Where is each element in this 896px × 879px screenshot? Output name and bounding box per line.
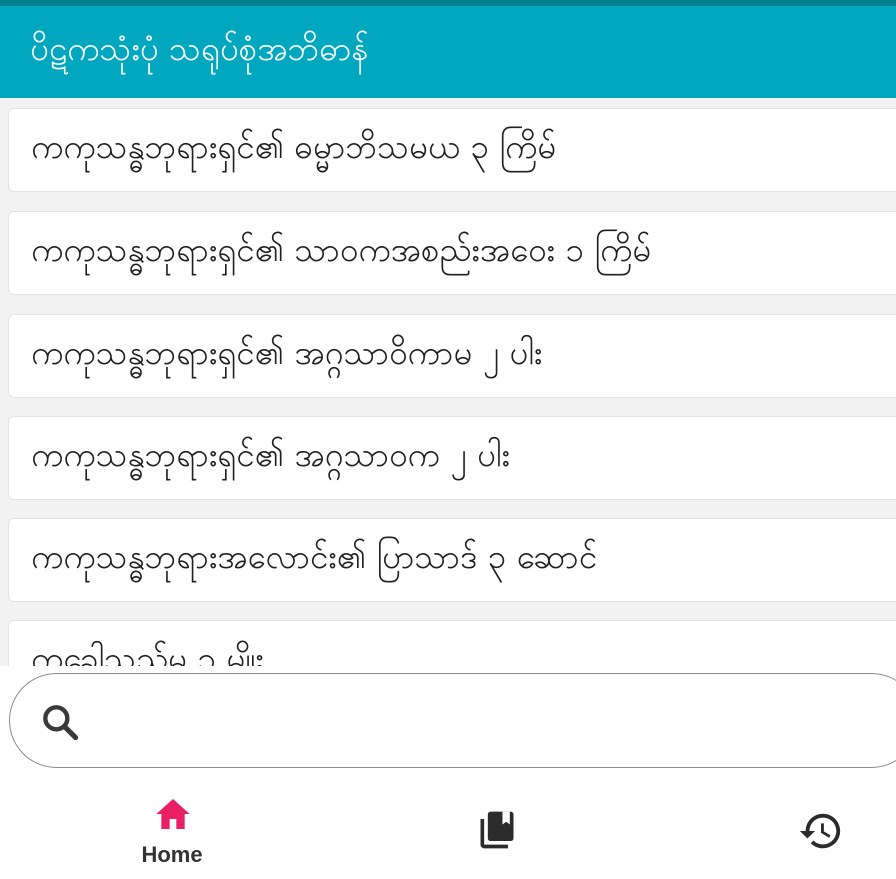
nav-home[interactable]: Home <box>72 774 272 879</box>
list-item-label: ကကုသန္ဓဘုရားရှင်၏ သာဝကအစည်းအဝေး ၁ ကြိမ် <box>31 229 652 269</box>
history-icon <box>799 813 841 849</box>
search-input[interactable] <box>94 694 874 748</box>
search-box[interactable] <box>9 673 896 768</box>
nav-home-label: Home <box>141 842 203 867</box>
list-item-label: ကကုသန္ဓဘုရားရှင်၏ အဂ္ဂသာဝိကာမ ၂ ပါး <box>31 332 543 372</box>
list-item[interactable]: ကကုသန္ဓဘုရားရှင်၏ အဂ္ဂသာဝက ၂ ပါး <box>8 416 896 500</box>
list-item-label: ကခေါသည်မှ ၁ မျိုး <box>31 638 264 667</box>
search-icon <box>43 705 79 741</box>
list-item-label: ကကုသန္ဓဘုရားရှင်၏ ဓမ္မာဘိသမယ ၃ ကြိမ် <box>31 126 557 166</box>
books-icon <box>480 811 514 849</box>
term-list[interactable]: ကကုသန္ဓဘုရားရှင်၏ ဓမ္မာဘိသမယ ၃ ကြိမ် ကကု… <box>0 98 896 666</box>
list-item[interactable]: ကကုသန္ဓဘုရားရှင်၏ သာဝကအစည်းအဝေး ၁ ကြိမ် <box>8 211 896 295</box>
home-icon <box>156 799 190 829</box>
list-item[interactable]: ကကုသန္ဓဘုရားရှင်၏ အဂ္ဂသာဝိကာမ ၂ ပါး <box>8 314 896 398</box>
list-item-label: ကကုသန္ဓဘုရားရှင်၏ အဂ္ဂသာဝက ၂ ပါး <box>31 434 510 474</box>
bottom-nav: Home <box>0 774 896 879</box>
nav-history[interactable] <box>720 774 896 879</box>
list-item-label: ကကုသန္ဓဘုရားအလောင်း၏ ပြာသာဒ် ၃ ဆောင် <box>31 536 598 576</box>
app-bar: ပိဋကသုံးပုံ သရုပ်စုံအဘိဓာန် <box>0 6 896 98</box>
search-area <box>0 666 896 774</box>
list-item[interactable]: ကခေါသည်မှ ၁ မျိုး <box>8 620 896 666</box>
list-item[interactable]: ကကုသန္ဓဘုရားအလောင်း၏ ပြာသာဒ် ၃ ဆောင် <box>8 518 896 602</box>
page-title: ပိဋကသုံးပုံ သရုပ်စုံအဘိဓာန် <box>30 28 369 68</box>
nav-books[interactable] <box>397 774 597 879</box>
list-item[interactable]: ကကုသန္ဓဘုရားရှင်၏ ဓမ္မာဘိသမယ ၃ ကြိမ် <box>8 108 896 192</box>
